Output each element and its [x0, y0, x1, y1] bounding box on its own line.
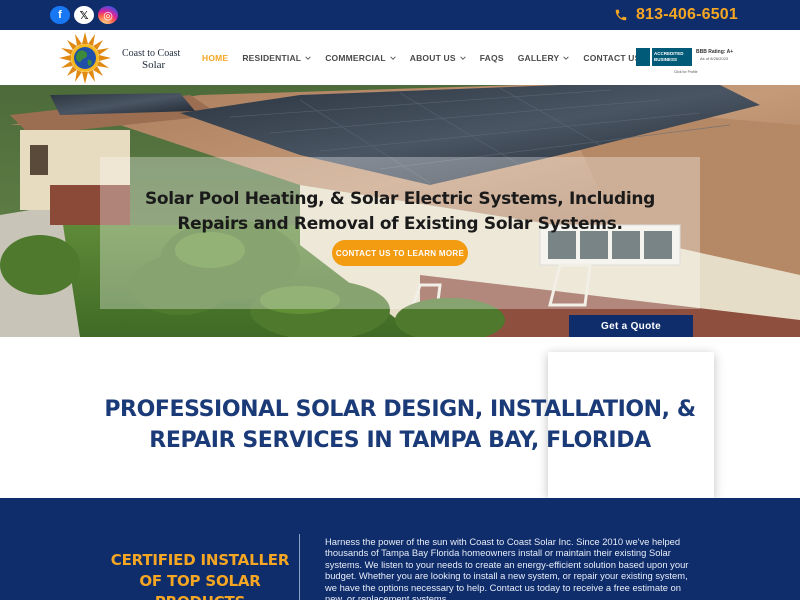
chevron-down-icon	[563, 56, 570, 60]
nav-label: RESIDENTIAL	[242, 53, 302, 63]
x-twitter-icon[interactable]: 𝕏	[74, 6, 94, 24]
chevron-down-icon	[305, 56, 311, 60]
main-nav: Coast to Coast Solar HOME RESIDENTIAL CO…	[0, 30, 800, 85]
phone-icon	[615, 9, 627, 21]
nav-item-about-us[interactable]: ABOUT US	[410, 53, 466, 63]
nav-item-gallery[interactable]: GALLERY	[518, 53, 570, 63]
vertical-divider	[299, 534, 300, 600]
nav-item-faqs[interactable]: FAQS	[480, 53, 504, 63]
facebook-icon[interactable]: f	[50, 6, 70, 24]
sun-globe-logo-icon	[59, 32, 111, 84]
nav-label: ABOUT US	[409, 53, 456, 63]
nav-item-commercial[interactable]: COMMERCIAL	[325, 53, 396, 63]
bbb-torch-icon	[636, 48, 650, 66]
phone-link[interactable]: 813-406-6501	[614, 6, 738, 24]
nav-label: GALLERY	[517, 53, 560, 63]
primary-menu: HOME RESIDENTIAL COMMERCIAL ABOUT US FAQ…	[202, 53, 655, 63]
nav-item-residential[interactable]: RESIDENTIAL	[242, 53, 311, 63]
nav-label: HOME	[202, 53, 229, 63]
phone-number: 813-406-6501	[635, 6, 738, 23]
contact-us-cta-button[interactable]: CONTACT US TO LEARN MORE	[332, 240, 468, 266]
nav-label: CONTACT US	[583, 53, 641, 63]
hero-headline: Solar Pool Heating, & Solar Electric Sys…	[144, 189, 656, 234]
hero-banner: Solar Pool Heating, & Solar Electric Sys…	[0, 85, 800, 337]
nav-item-home[interactable]: HOME	[202, 53, 228, 63]
chevron-down-icon	[460, 56, 466, 60]
about-paragraph: Harness the power of the sun with Coast …	[325, 536, 689, 600]
nav-label: FAQS	[479, 53, 504, 63]
bbb-profile-link: Click for Profile	[674, 70, 698, 74]
bbb-rating-date: As of 8/28/2023	[700, 56, 729, 61]
top-bar: f 𝕏 ◎ 813-406-6501	[0, 0, 800, 30]
brand-name-line1: Coast to Coast	[122, 48, 181, 59]
nav-item-contact-us[interactable]: CONTACT US	[583, 53, 640, 63]
instagram-icon[interactable]: ◎	[98, 6, 118, 24]
site-logo[interactable]: Coast to Coast Solar	[50, 32, 200, 84]
brand-name-line2: Solar	[142, 59, 166, 71]
bbb-rating: BBB Rating: A+	[696, 49, 734, 55]
about-band: CERTIFIED INSTALLER OF TOP SOLAR PRODUCT…	[0, 498, 800, 600]
bbb-accreditation-badge[interactable]: ACCREDITED BUSINESS BBB Rating: A+ As of…	[636, 48, 748, 74]
services-heading: PROFESSIONAL SOLAR DESIGN, INSTALLATION,…	[104, 397, 696, 453]
nav-label: COMMERCIAL	[325, 53, 386, 63]
bbb-accredited-label: ACCREDITED BUSINESS	[652, 48, 692, 66]
get-a-quote-button[interactable]: Get a Quote	[569, 315, 693, 337]
certified-installer-heading: CERTIFIED INSTALLER OF TOP SOLAR PRODUCT…	[110, 551, 290, 600]
chevron-down-icon	[390, 56, 396, 60]
